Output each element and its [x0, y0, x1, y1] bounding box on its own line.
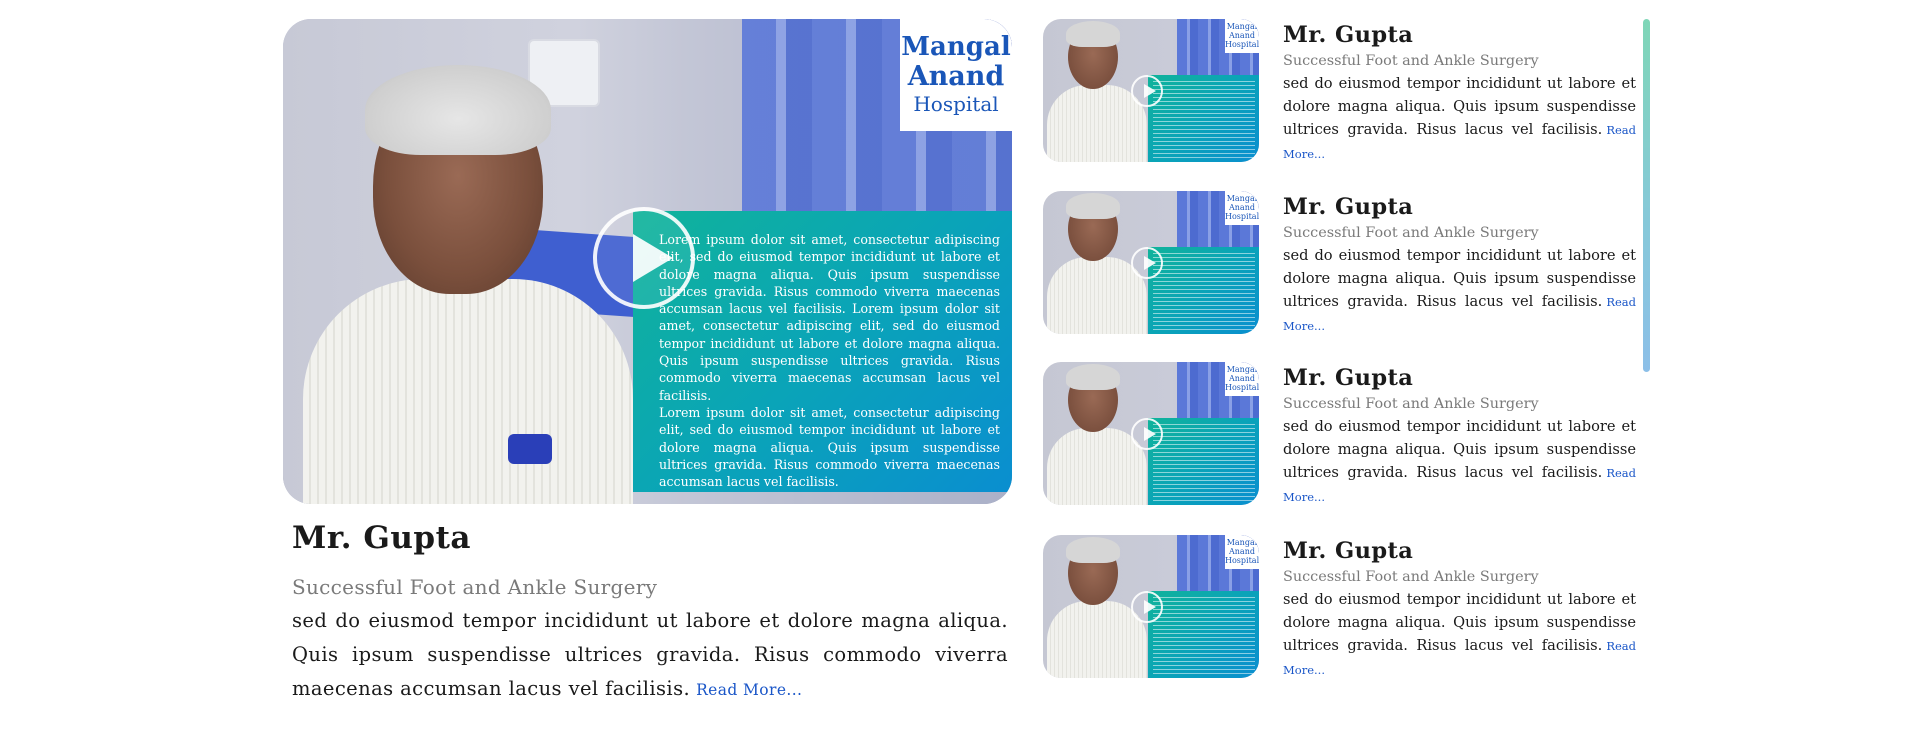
item-description-text: sed do eiusmod tempor incididunt ut labo…: [1283, 418, 1636, 481]
featured-video[interactable]: Lorem ipsum dolor sit amet, consectetur …: [283, 19, 1012, 504]
video-thumbnail[interactable]: Mangal Anand Hospital: [1043, 362, 1259, 505]
item-name: Mr. Gupta: [1283, 22, 1414, 48]
hospital-logo-small: Mangal Anand Hospital: [1225, 362, 1259, 396]
featured-testimonial: Lorem ipsum dolor sit amet, consectetur …: [283, 19, 1012, 707]
logo-line-2: Anand: [907, 61, 1005, 92]
list-item: Mangal Anand Hospital Mr. Gupta Successf…: [1043, 362, 1643, 507]
item-subtitle: Successful Foot and Ankle Surgery: [1283, 396, 1539, 412]
patient-figure: [303, 65, 633, 504]
list-item: Mangal Anand Hospital Mr. Gupta Successf…: [1043, 535, 1643, 680]
item-info: Mr. Gupta Successful Foot and Ankle Surg…: [1283, 21, 1636, 166]
featured-description-text: sed do eiusmod tempor incididunt ut labo…: [292, 609, 1008, 700]
item-description-text: sed do eiusmod tempor incididunt ut labo…: [1283, 247, 1636, 310]
item-description-text: sed do eiusmod tempor incididunt ut labo…: [1283, 591, 1636, 654]
hospital-logo-small: Mangal Anand Hospital: [1225, 19, 1259, 53]
play-icon[interactable]: [593, 207, 695, 309]
item-info: Mr. Gupta Successful Foot and Ankle Surg…: [1283, 364, 1636, 509]
item-subtitle: Successful Foot and Ankle Surgery: [1283, 225, 1539, 241]
play-icon[interactable]: [1131, 75, 1163, 107]
featured-description: sed do eiusmod tempor incididunt ut labo…: [292, 604, 1008, 707]
overlay-paragraph: Lorem ipsum dolor sit amet, consectetur …: [659, 232, 1000, 403]
logo-line-1: Mangal: [901, 32, 1011, 62]
item-description: sed do eiusmod tempor incididunt ut labo…: [1283, 415, 1636, 509]
list-item: Mangal Anand Hospital Mr. Gupta Successf…: [1043, 191, 1643, 336]
item-info: Mr. Gupta Successful Foot and Ankle Surg…: [1283, 537, 1636, 682]
play-icon[interactable]: [1131, 247, 1163, 279]
list-scrollbar[interactable]: [1643, 19, 1650, 372]
play-icon[interactable]: [1131, 591, 1163, 623]
hospital-logo-small: Mangal Anand Hospital: [1225, 191, 1259, 225]
video-thumbnail[interactable]: Mangal Anand Hospital: [1043, 19, 1259, 162]
item-name: Mr. Gupta: [1283, 365, 1414, 391]
item-subtitle: Successful Foot and Ankle Surgery: [1283, 53, 1539, 69]
featured-name: Mr. Gupta: [292, 520, 471, 556]
featured-subtitle: Successful Foot and Ankle Surgery: [292, 575, 658, 599]
video-thumbnail[interactable]: Mangal Anand Hospital: [1043, 191, 1259, 334]
video-thumbnail[interactable]: Mangal Anand Hospital: [1043, 535, 1259, 678]
item-name: Mr. Gupta: [1283, 194, 1414, 220]
item-subtitle: Successful Foot and Ankle Surgery: [1283, 569, 1539, 585]
item-description: sed do eiusmod tempor incididunt ut labo…: [1283, 72, 1636, 166]
read-more-link[interactable]: Read More...: [696, 681, 802, 699]
logo-line-3: Hospital: [913, 92, 999, 116]
item-info: Mr. Gupta Successful Foot and Ankle Surg…: [1283, 193, 1636, 338]
item-description: sed do eiusmod tempor incididunt ut labo…: [1283, 588, 1636, 682]
hospital-logo: Mangal Anand Hospital: [900, 19, 1012, 131]
item-description-text: sed do eiusmod tempor incididunt ut labo…: [1283, 75, 1636, 138]
item-name: Mr. Gupta: [1283, 538, 1414, 564]
overlay-paragraph: Lorem ipsum dolor sit amet, consectetur …: [659, 404, 1000, 490]
list-item: Mangal Anand Hospital Mr. Gupta Successf…: [1043, 19, 1643, 164]
hospital-logo-small: Mangal Anand Hospital: [1225, 535, 1259, 569]
item-description: sed do eiusmod tempor incididunt ut labo…: [1283, 244, 1636, 338]
play-icon[interactable]: [1131, 418, 1163, 450]
